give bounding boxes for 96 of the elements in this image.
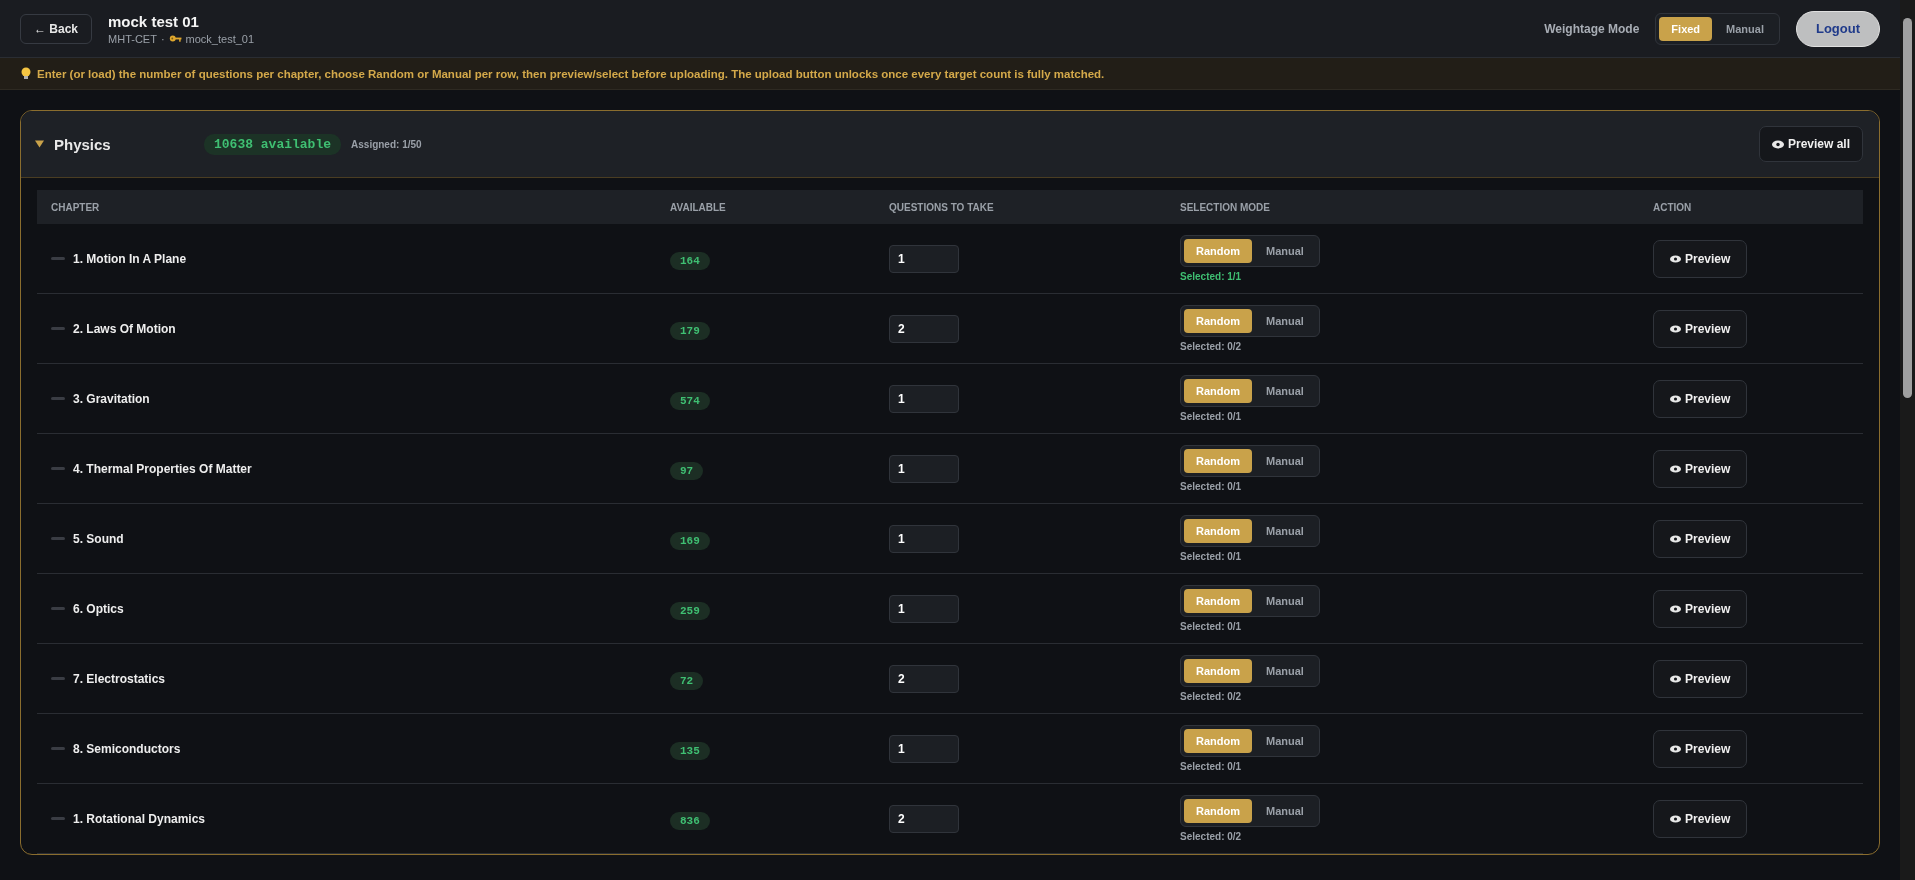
caret-icon[interactable] (35, 140, 44, 148)
eye-icon (1670, 394, 1681, 403)
available-count: 169 (670, 531, 710, 550)
lightbulb-icon (20, 66, 32, 81)
preview-button[interactable]: Preview (1653, 589, 1748, 628)
eye-icon (1670, 604, 1681, 613)
info-text: Enter (or load) the number of questions per chapter, choose Random or Manual per row, then preview/select before uploading. The upload button unlocks once every target count is fully matched. (37, 67, 1105, 80)
scrollbar[interactable] (1900, 0, 1915, 880)
test-title: mock test 01 (108, 12, 200, 30)
eye-icon (1670, 744, 1681, 753)
available-count: 10638 available (204, 133, 342, 155)
eye-icon (1670, 324, 1681, 333)
available-count: 164 (670, 251, 710, 270)
preview-button[interactable]: Preview (1653, 519, 1748, 558)
questions-input[interactable]: 1 (889, 454, 959, 483)
column-header: QUESTIONS TO TAKE (888, 201, 995, 213)
selected-count: Selected: 1/1 (1180, 271, 1242, 282)
preview-all-button[interactable]: Preview all (1758, 126, 1863, 162)
selected-count: Selected: 0/2 (1180, 831, 1242, 842)
selected-count: Selected: 0/1 (1180, 551, 1242, 562)
drag-handle-icon[interactable] (51, 747, 65, 750)
available-count: 97 (670, 461, 704, 480)
preview-button[interactable]: Preview (1653, 659, 1748, 698)
preview-button[interactable]: Preview (1653, 239, 1748, 278)
chapter-name: 6. Optics (73, 601, 124, 616)
chapter-name: 7. Electrostatics (73, 671, 166, 686)
drag-handle-icon[interactable] (51, 817, 65, 820)
mode-option[interactable]: Manual (1254, 589, 1316, 613)
eye-icon (1771, 139, 1784, 149)
eye-icon (1670, 464, 1681, 473)
questions-input[interactable]: 1 (889, 734, 959, 763)
drag-handle-icon[interactable] (51, 467, 65, 470)
key-icon (168, 33, 182, 44)
eye-icon (1670, 814, 1681, 823)
eye-icon (1670, 534, 1681, 543)
drag-handle-icon[interactable] (51, 607, 65, 610)
selected-count: Selected: 0/1 (1180, 761, 1242, 772)
column-header: ACTION (1652, 201, 1693, 213)
questions-input[interactable]: 2 (889, 664, 959, 693)
selected-count: Selected: 0/1 (1180, 621, 1242, 632)
selected-count: Selected: 0/2 (1180, 691, 1242, 702)
test-code: mock_test_01 (185, 32, 255, 45)
mode-option[interactable]: Manual (1254, 659, 1316, 683)
section-name: Physics (54, 135, 112, 153)
assigned-count: Assigned: 1/50 (351, 138, 422, 150)
weightage-option[interactable]: Manual (1714, 16, 1776, 41)
column-header: SELECTION MODE (1179, 201, 1271, 213)
mode-option[interactable]: Manual (1254, 799, 1316, 823)
available-count: 259 (670, 601, 710, 620)
weightage-label: Weightage Mode (1544, 21, 1640, 36)
drag-handle-icon[interactable] (51, 257, 65, 260)
separator-dot: · (160, 32, 165, 45)
preview-button[interactable]: Preview (1653, 799, 1748, 838)
mode-option[interactable]: Manual (1254, 449, 1316, 473)
chapter-name: 5. Sound (73, 531, 124, 546)
column-header: AVAILABLE (669, 201, 727, 213)
chapter-name: 4. Thermal Properties Of Matter (73, 461, 252, 476)
drag-handle-icon[interactable] (51, 397, 65, 400)
selected-count: Selected: 0/1 (1180, 481, 1242, 492)
mode-option[interactable]: Manual (1254, 309, 1316, 333)
drag-handle-icon[interactable] (51, 327, 65, 330)
questions-input[interactable]: 1 (889, 594, 959, 623)
exam-name: MHT-CET (108, 32, 157, 45)
column-header: CHAPTER (50, 201, 101, 213)
back-button[interactable]: ← Back (20, 13, 93, 44)
questions-input[interactable]: 1 (889, 244, 959, 273)
eye-icon (1670, 674, 1681, 683)
drag-handle-icon[interactable] (51, 677, 65, 680)
drag-handle-icon[interactable] (51, 537, 65, 540)
available-count: 179 (670, 321, 710, 340)
chapter-name: 8. Semiconductors (73, 741, 181, 756)
mode-option[interactable]: Manual (1254, 519, 1316, 543)
available-count: 836 (670, 811, 710, 830)
selected-count: Selected: 0/2 (1180, 341, 1242, 352)
chapter-name: 3. Gravitation (73, 391, 150, 406)
preview-button[interactable]: Preview (1653, 729, 1748, 768)
available-count: 574 (670, 391, 710, 410)
chapter-name: 2. Laws Of Motion (73, 321, 176, 336)
scrollbar-thumb[interactable] (1903, 18, 1912, 398)
mode-option[interactable]: Manual (1254, 729, 1316, 753)
logout-button[interactable]: Logout (1796, 10, 1880, 47)
available-count: 135 (670, 741, 710, 760)
questions-input[interactable]: 2 (889, 804, 959, 833)
chapter-name: 1. Rotational Dynamics (73, 811, 206, 826)
preview-button[interactable]: Preview (1653, 449, 1748, 488)
eye-icon (1670, 254, 1681, 263)
chapter-name: 1. Motion In A Plane (73, 251, 187, 266)
mode-option[interactable]: Manual (1254, 379, 1316, 403)
questions-input[interactable]: 1 (889, 524, 959, 553)
questions-input[interactable]: 1 (889, 384, 959, 413)
questions-input[interactable]: 2 (889, 314, 959, 343)
selected-count: Selected: 0/1 (1180, 411, 1242, 422)
available-count: 72 (670, 671, 704, 690)
preview-button[interactable]: Preview (1653, 309, 1748, 348)
preview-button[interactable]: Preview (1653, 379, 1748, 418)
mode-option[interactable]: Manual (1254, 239, 1316, 263)
